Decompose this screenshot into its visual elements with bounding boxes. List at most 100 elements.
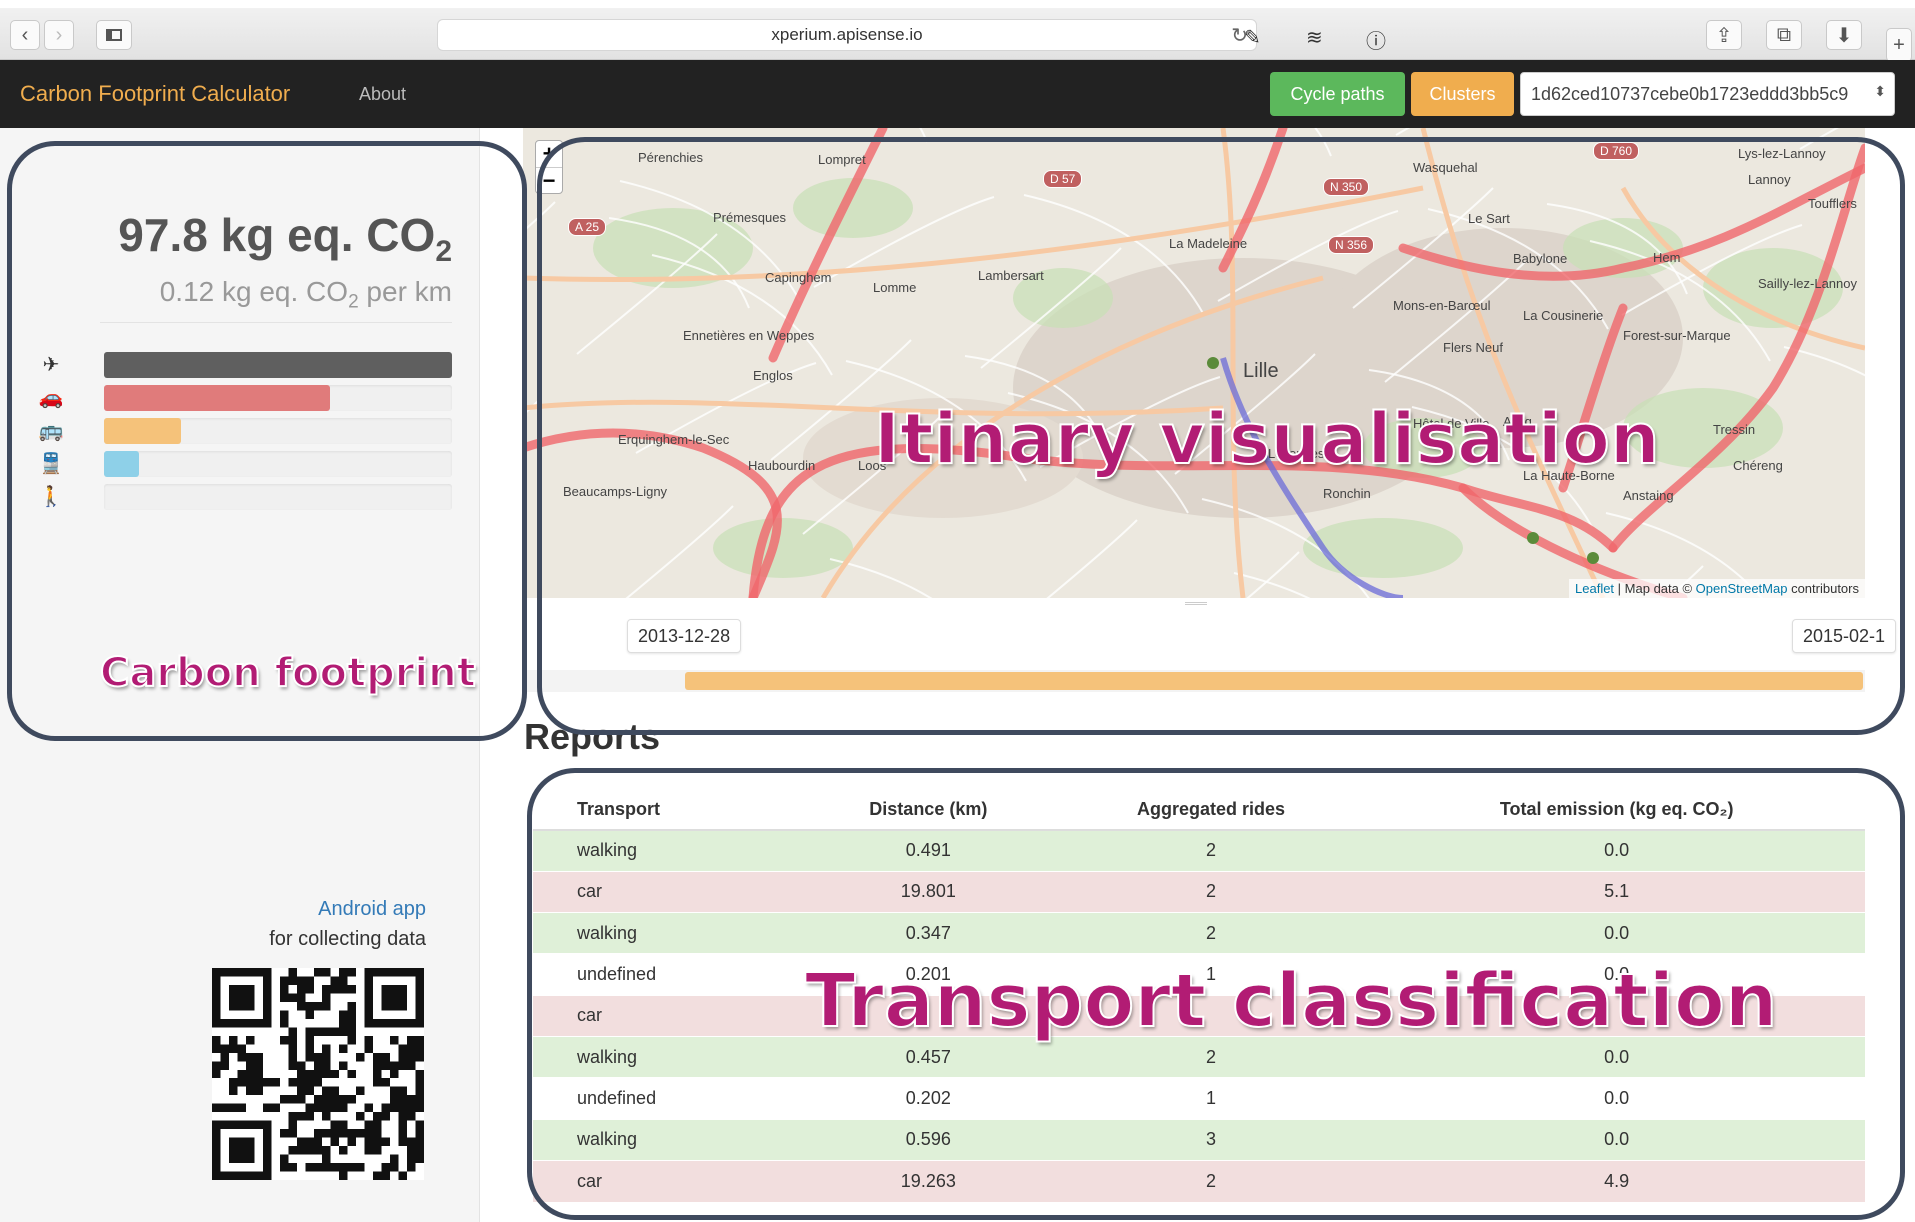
map-place-label: Wasquehal [1413,160,1478,175]
bus-icon: 🚌 [38,420,64,442]
table-row: walking 0.491 2 0.0 [533,829,1865,872]
map-place-label: Beaucamps-Ligny [563,484,668,499]
map-place-label: La Madeleine [1169,236,1248,251]
cell-transport: walking [533,912,803,954]
zoom-control: + − [535,140,563,194]
cell-transport: car [533,870,803,913]
tabs-icon: ⧉ [1776,23,1792,46]
itinerary-map[interactable]: Pérenchies Lompret Prémesques Capinghem Lomm… [523,128,1865,598]
map-place-label: Lomme [873,280,917,295]
walking-icon: 🚶 [38,486,64,508]
bar-fill [104,451,139,477]
table-row: car 19.801 2 5.1 [533,870,1865,913]
cell-transport: undefined [533,953,803,996]
map-place-label: Lompret [818,152,866,167]
map-place-label: Prémesques [713,210,786,225]
column-header[interactable]: Transport [533,790,803,831]
train-icon: 🚆 [38,453,64,475]
user-select[interactable]: 1d62ced10737cebe0b1723eddd3bb5c9 ⬍ [1520,72,1895,116]
cycle-paths-button[interactable]: Cycle paths [1270,72,1405,116]
brand-link[interactable]: Carbon Footprint Calculator [20,81,290,107]
itinerary-annotation: Itinary visualisation [873,397,1661,481]
airplane-icon: ✈ [42,354,60,376]
total-emission-value: 97.8 kg eq. CO [118,209,436,261]
collecting-data-text: for collecting data [269,928,426,950]
table-row: car 19.263 2 4.9 [533,1159,1865,1202]
map-place-label: Lannoy [1748,172,1791,187]
map-place-label: Lambersart [978,268,1044,283]
map-place-label: Lys-lez-Lannoy [1738,146,1826,161]
cell-emission: 0.0 [1368,1118,1865,1161]
chevron-right-icon: › [55,23,63,46]
map-place-label: Flers Neuf [1443,340,1503,355]
map-place-label: Forest-sur-Marque [1623,328,1731,343]
map-attribution: Leaflet | Map data © OpenStreetMap contr… [1569,579,1865,598]
carbon-footprint-annotation: Carbon footprint [99,649,477,697]
evernote-icon[interactable]: ✎ [1244,25,1261,50]
timeline-start-label: 2013-12-28 [627,619,742,653]
reports-title: Reports [524,716,661,757]
downloads-button[interactable]: ⬇ [1826,20,1862,50]
tabs-button[interactable]: ⧉ [1766,20,1802,50]
column-header[interactable]: Total emission (kg eq. CO₂) [1368,790,1865,831]
column-header[interactable]: Aggregated rides [1053,790,1369,831]
map-place-label: Tressin [1713,422,1756,437]
map-place-label: Pérenchies [638,150,704,165]
url-text: xperium.apisense.io [771,25,923,44]
cell-distance: 0.491 [802,829,1054,872]
cell-rides: 2 [1053,1159,1369,1202]
column-header[interactable]: Distance (km) [802,790,1054,831]
forward-button[interactable]: › [44,20,74,50]
road-shield-label: N 350 [1323,178,1370,196]
map-place-label: Anstaing [1623,488,1674,503]
cell-rides: 2 [1053,912,1369,954]
qr-code-image [212,968,424,1180]
total-emission: 97.8 kg eq. CO2 [30,208,452,269]
zoom-out-button[interactable]: − [536,168,562,194]
osm-link[interactable]: OpenStreetMap [1696,581,1788,596]
transport-bar-row: 🚌 [36,418,452,444]
transport-bar-row: 🚗 [36,385,452,411]
road-shield-label: D 57 [1043,170,1083,188]
cell-emission: 0.0 [1368,829,1865,872]
layers-icon[interactable]: ≋ [1306,25,1323,50]
new-tab-button[interactable]: + [1886,28,1912,62]
address-bar[interactable]: xperium.apisense.io ↻ [437,19,1257,51]
map-place-label: Mons-en-Barœul [1393,298,1491,313]
leaflet-link[interactable]: Leaflet [1575,581,1614,596]
cell-emission: 0.0 [1368,1077,1865,1120]
map-place-label: Capinghem [765,270,832,285]
bar-fill [104,385,331,411]
cell-transport: undefined [533,1077,803,1120]
map-place-label: La Cousinerie [1523,308,1604,323]
timeline-range[interactable] [685,672,1863,690]
per-km-value: 0.12 kg eq. CO [159,276,349,307]
cell-rides: 2 [1053,829,1369,872]
map-place-label: Ronchin [1323,486,1371,501]
map-tiles [523,128,1865,598]
per-km-emission: 0.12 kg eq. CO2 per km [30,276,452,314]
share-button[interactable]: ⇪ [1706,20,1742,50]
road-shield-label: A 25 [568,218,607,236]
map-place-label: Lille [1243,360,1279,382]
transport-bar-row: 🚶 [36,484,452,510]
zoom-in-button[interactable]: + [536,141,562,168]
cell-emission: 5.1 [1368,870,1865,913]
password-icon[interactable]: ⓘ [1366,25,1386,54]
about-link[interactable]: About [359,84,406,105]
back-button[interactable]: ‹ [10,20,40,50]
download-icon: ⬇ [1835,24,1853,47]
table-row: undefined 0.202 1 0.0 [533,1077,1865,1120]
road-shield-label: D 760 [1593,142,1640,160]
clusters-button[interactable]: Clusters [1411,72,1514,116]
per-km-suffix: per km [358,276,452,307]
share-icon: ⇪ [1715,24,1733,47]
sidebar-toggle-button[interactable] [96,20,132,50]
android-app-link[interactable]: Android app [200,898,426,921]
attribution-mid: | Map data © [1614,581,1696,596]
select-arrows-icon: ⬍ [1874,83,1886,99]
cell-emission: 0.0 [1368,912,1865,954]
map-resize-handle[interactable] [1185,602,1207,605]
per-km-subscript: 2 [348,291,359,313]
browser-toolbar: ‹ › xperium.apisense.io ↻ ✎ ≋ ⓘ ⇪ ⧉ ⬇ + [0,8,1915,62]
